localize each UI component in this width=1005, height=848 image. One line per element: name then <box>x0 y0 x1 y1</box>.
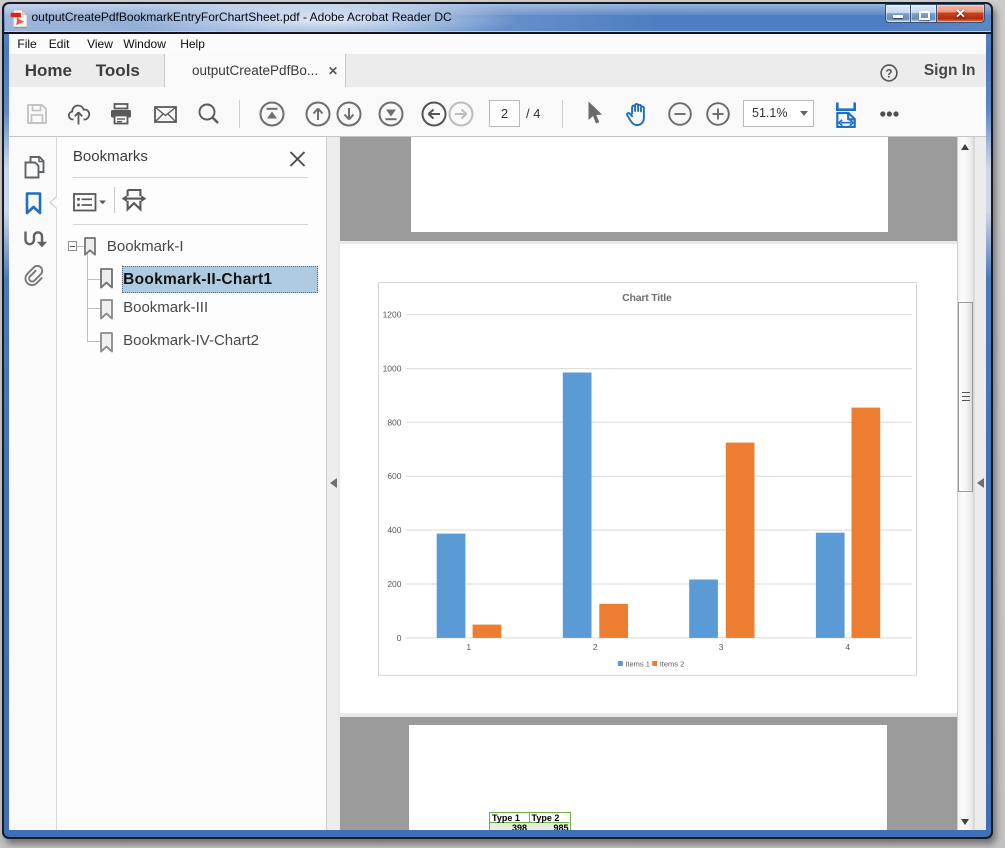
svg-text:Items 1: Items 1 <box>626 659 651 668</box>
svg-text:?: ? <box>885 68 892 80</box>
svg-text:3: 3 <box>719 642 724 652</box>
svg-text:Items 2: Items 2 <box>660 659 685 668</box>
svg-text:4: 4 <box>846 642 851 652</box>
svg-text:1: 1 <box>467 642 472 652</box>
svg-text:200: 200 <box>388 579 402 589</box>
svg-text:Chart Title: Chart Title <box>622 292 672 304</box>
svg-text:1000: 1000 <box>383 363 402 373</box>
svg-text:400: 400 <box>388 525 402 535</box>
svg-text:2: 2 <box>593 642 598 652</box>
svg-text:1200: 1200 <box>383 309 402 319</box>
svg-text:600: 600 <box>388 471 402 481</box>
svg-text:0: 0 <box>397 633 402 643</box>
svg-text:800: 800 <box>388 417 402 427</box>
